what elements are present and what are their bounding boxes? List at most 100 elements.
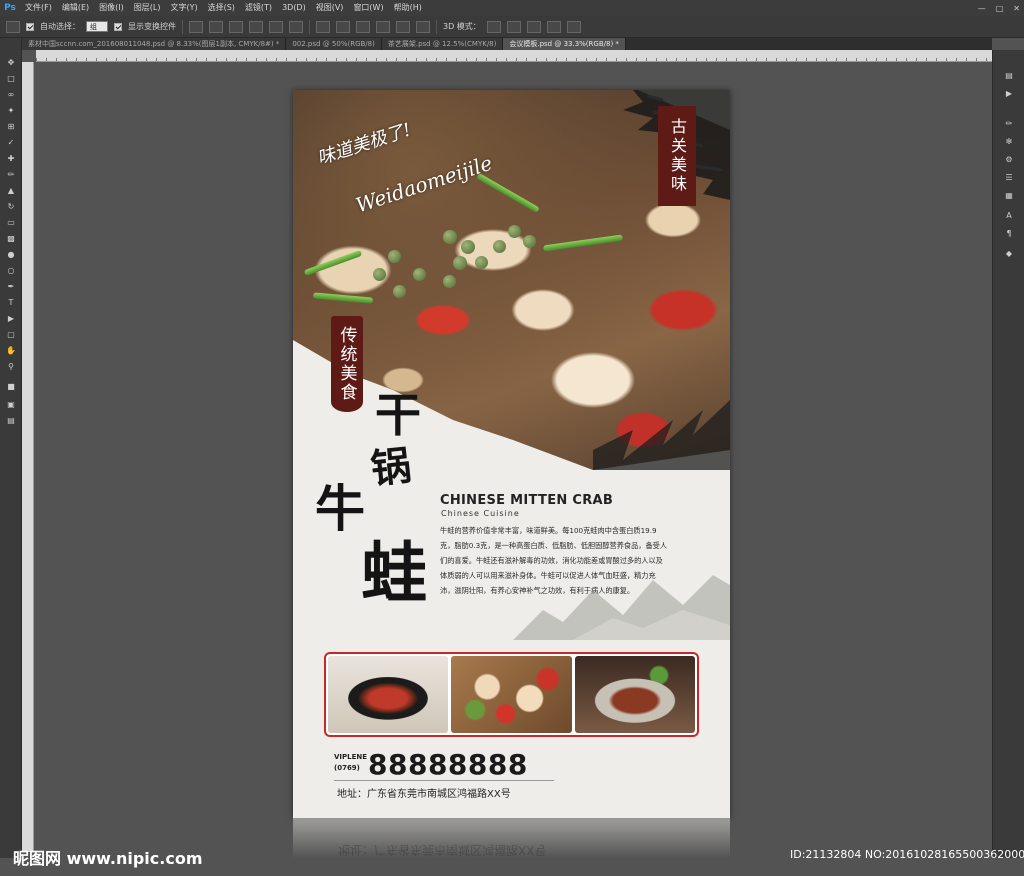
dish-photo-1: [328, 656, 449, 733]
brush-icon[interactable]: ✏: [5, 170, 17, 180]
scale-3d-icon[interactable]: [566, 20, 581, 33]
align-middle-icon[interactable]: [209, 20, 223, 33]
distribute-bottom-icon[interactable]: [356, 20, 370, 33]
app-logo: Ps: [4, 3, 16, 13]
menu-help[interactable]: 帮助(H): [389, 0, 427, 16]
title-char-guo: 锅: [368, 442, 414, 493]
title-char-gan: 干: [375, 388, 421, 442]
menu-window[interactable]: 窗口(W): [348, 0, 388, 16]
maximize-icon[interactable]: □: [996, 4, 1004, 13]
brush-panel-icon[interactable]: ✏: [1003, 118, 1015, 129]
title-char-niu: 牛: [315, 479, 365, 538]
horizontal-ruler[interactable]: [36, 50, 992, 62]
layers-icon[interactable]: ☰: [1003, 172, 1015, 183]
tab-document-3[interactable]: 茶艺展架.psd @ 12.5%(CMYK/8): [381, 38, 504, 50]
character-icon[interactable]: A: [1003, 210, 1015, 221]
address-text: 地址：广东省东莞市南城区鸿福路XX号: [337, 789, 511, 800]
distribute-right-icon[interactable]: [416, 20, 430, 33]
close-icon[interactable]: ✕: [1013, 4, 1020, 13]
align-left-icon[interactable]: [249, 20, 263, 33]
hand-icon[interactable]: ✋: [5, 346, 17, 356]
quick-mask-icon[interactable]: ▣: [5, 400, 17, 410]
adjustments-icon[interactable]: ⚙: [1003, 154, 1015, 165]
auto-select-checkbox[interactable]: [26, 22, 34, 31]
lasso-icon[interactable]: ∞: [5, 90, 17, 100]
distribute-center-icon[interactable]: [396, 20, 410, 33]
paragraph-icon[interactable]: ¶: [1003, 228, 1015, 239]
auto-select-dropdown[interactable]: 组: [86, 21, 108, 32]
align-center-icon[interactable]: [269, 20, 283, 33]
title-char-wa: 蛙: [361, 534, 427, 612]
show-transform-label: 显示变换控件: [128, 22, 176, 31]
menu-layer[interactable]: 图层(L): [129, 0, 166, 16]
tools-panel: ✥ □ ∞ ✦ ⊞ ✓ ✚ ✏ ▲ ↻ ▭ ▩ ● ○ ✒ T ▶ ▢ ✋ ⚲ …: [0, 38, 22, 858]
move-tool-icon[interactable]: [6, 20, 20, 33]
screen-mode-icon[interactable]: ▤: [5, 416, 17, 426]
dish-photo-3: [574, 656, 695, 733]
menu-file[interactable]: 文件(F): [20, 0, 57, 16]
quick-select-icon[interactable]: ✦: [5, 106, 17, 116]
move-icon[interactable]: ✥: [5, 58, 17, 68]
type-icon[interactable]: T: [5, 298, 17, 308]
crop-icon[interactable]: ⊞: [5, 122, 17, 132]
blur-icon[interactable]: ●: [5, 250, 17, 260]
poster-canvas[interactable]: 味道美极了! Weidaomeijile 古关美味 传统美食 干 锅 牛 蛙 C…: [293, 90, 730, 818]
roll-3d-icon[interactable]: [506, 20, 521, 33]
watermark-nipic: 昵图网 www.nipic.com: [13, 849, 203, 868]
align-top-icon[interactable]: [189, 20, 203, 33]
clone-stamp-icon[interactable]: ▲: [5, 186, 17, 196]
distribute-top-icon[interactable]: [316, 20, 330, 33]
path-select-icon[interactable]: ▶: [5, 314, 17, 324]
distribute-left-icon[interactable]: [376, 20, 390, 33]
photo-strip: [324, 652, 699, 737]
history-icon[interactable]: ▤: [1003, 70, 1015, 81]
contact-label: VIPLENE (0769): [334, 752, 367, 774]
auto-select-label: 自动选择：: [40, 22, 80, 31]
properties-icon[interactable]: ▦: [1003, 190, 1015, 201]
vertical-ruler[interactable]: [22, 62, 34, 852]
eraser-icon[interactable]: ▭: [5, 218, 17, 228]
gradient-icon[interactable]: ▩: [5, 234, 17, 244]
pen-icon[interactable]: ✒: [5, 282, 17, 292]
pan-3d-icon[interactable]: [526, 20, 541, 33]
menu-3d[interactable]: 3D(D): [277, 0, 311, 16]
clone-source-icon[interactable]: ✻: [1003, 136, 1015, 147]
tab-document-1[interactable]: 素材中国sccnn.com_201608011048.psd @ 8.33%(图…: [22, 38, 287, 50]
phone-number: 88888888: [368, 748, 528, 781]
menu-edit[interactable]: 编辑(E): [57, 0, 94, 16]
menu-type[interactable]: 文字(Y): [165, 0, 202, 16]
tab-document-4[interactable]: 会议模板.psd @ 33.3%(RGB/8) *: [503, 38, 626, 50]
window-controls: — □ ✕: [978, 0, 1020, 16]
menu-image[interactable]: 图像(I): [94, 0, 129, 16]
align-bottom-icon[interactable]: [229, 20, 243, 33]
right-panel-dock: ▤ ▶ ✏ ✻ ⚙ ☰ ▦ A ¶ ◆: [992, 50, 1024, 858]
menu-view[interactable]: 视图(V): [311, 0, 349, 16]
minimize-icon[interactable]: —: [978, 4, 986, 13]
zoom-icon[interactable]: ⚲: [5, 362, 17, 372]
history-brush-icon[interactable]: ↻: [5, 202, 17, 212]
align-right-icon[interactable]: [289, 20, 303, 33]
english-title: CHINESE MITTEN CRAB: [440, 493, 614, 508]
document-tabs: 素材中国sccnn.com_201608011048.psd @ 8.33%(图…: [22, 38, 992, 50]
3d-panel-icon[interactable]: ◆: [1003, 248, 1015, 259]
menu-select[interactable]: 选择(S): [203, 0, 240, 16]
rotate-3d-icon[interactable]: [486, 20, 501, 33]
color-swatch-icon[interactable]: ■: [5, 382, 17, 392]
tab-document-2[interactable]: 002.psd @ 50%(RGB/8): [286, 38, 382, 50]
reflection-address: 地址：广东省东莞市南城区鸿福路XX号: [338, 843, 547, 857]
menu-filter[interactable]: 滤镜(T): [240, 0, 277, 16]
healing-brush-icon[interactable]: ✚: [5, 154, 17, 164]
actions-icon[interactable]: ▶: [1003, 88, 1015, 99]
shape-icon[interactable]: ▢: [5, 330, 17, 340]
show-transform-checkbox[interactable]: [114, 22, 122, 31]
dodge-icon[interactable]: ○: [5, 266, 17, 276]
distribute-middle-icon[interactable]: [336, 20, 350, 33]
eyedropper-icon[interactable]: ✓: [5, 138, 17, 148]
marquee-icon[interactable]: □: [5, 74, 17, 84]
poster-reflection: 地址：广东省东莞市南城区鸿福路XX号: [293, 818, 730, 858]
viplene-label: VIPLENE: [334, 753, 368, 761]
dish-photo-2: [451, 656, 572, 733]
english-subtitle: Chinese Cuisine: [441, 509, 520, 518]
slide-3d-icon[interactable]: [546, 20, 561, 33]
area-code: (0769): [334, 764, 360, 772]
